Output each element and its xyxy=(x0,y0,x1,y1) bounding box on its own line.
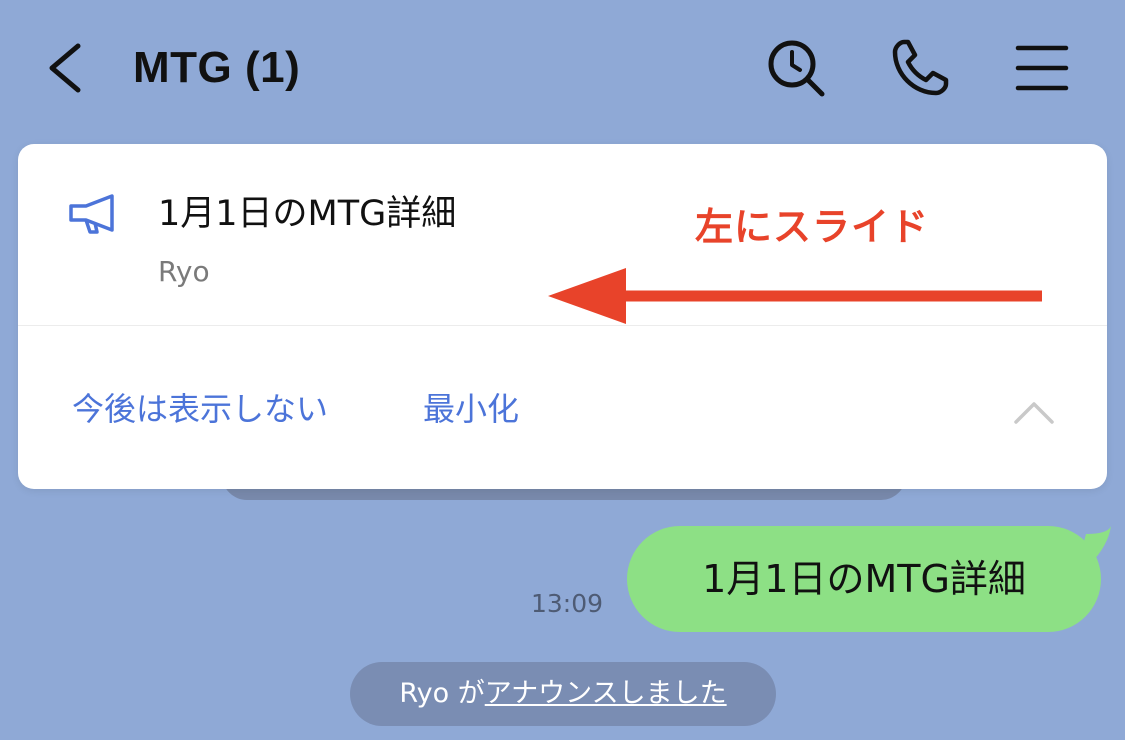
announcement-title: 1月1日のMTG詳細 xyxy=(158,194,457,234)
message-time: 13:09 xyxy=(531,589,604,618)
search-clock-icon xyxy=(768,40,825,97)
system-message-pill: Ryo がアナウンスしました xyxy=(350,662,776,726)
phone-icon xyxy=(892,39,949,96)
message-bubble[interactable]: 1月1日のMTG詳細 xyxy=(627,526,1101,632)
card-divider xyxy=(18,325,1107,326)
announcement-link[interactable]: アナウンスしました xyxy=(485,678,727,709)
bubble-tail xyxy=(1078,526,1111,564)
slide-annotation: 左にスライド xyxy=(695,205,930,249)
announcement-card[interactable]: 1月1日のMTG詳細 Ryo 左にスライド 今後は表示しない 最小化 xyxy=(18,144,1107,489)
message-text: 1月1日のMTG詳細 xyxy=(702,557,1026,601)
menu-button[interactable] xyxy=(1010,36,1074,100)
back-button[interactable] xyxy=(40,38,100,98)
system-message: Ryo がアナウンスしました xyxy=(350,662,776,726)
dont-show-again-button[interactable]: 今後は表示しない xyxy=(72,388,328,430)
chevron-left-icon xyxy=(49,43,81,93)
search-button[interactable] xyxy=(764,36,828,100)
minimize-button[interactable]: 最小化 xyxy=(423,388,519,430)
call-button[interactable] xyxy=(888,36,952,100)
left-arrow-icon xyxy=(548,268,1042,324)
chat-title: MTG (1) xyxy=(133,43,301,92)
chat-header: MTG (1) xyxy=(0,0,1125,140)
megaphone-icon xyxy=(69,194,114,234)
chevron-up-icon[interactable] xyxy=(1012,398,1056,426)
menu-icon xyxy=(1015,45,1069,91)
announcement-author: Ryo xyxy=(158,255,210,288)
system-message-prefix: Ryo が xyxy=(399,678,485,709)
